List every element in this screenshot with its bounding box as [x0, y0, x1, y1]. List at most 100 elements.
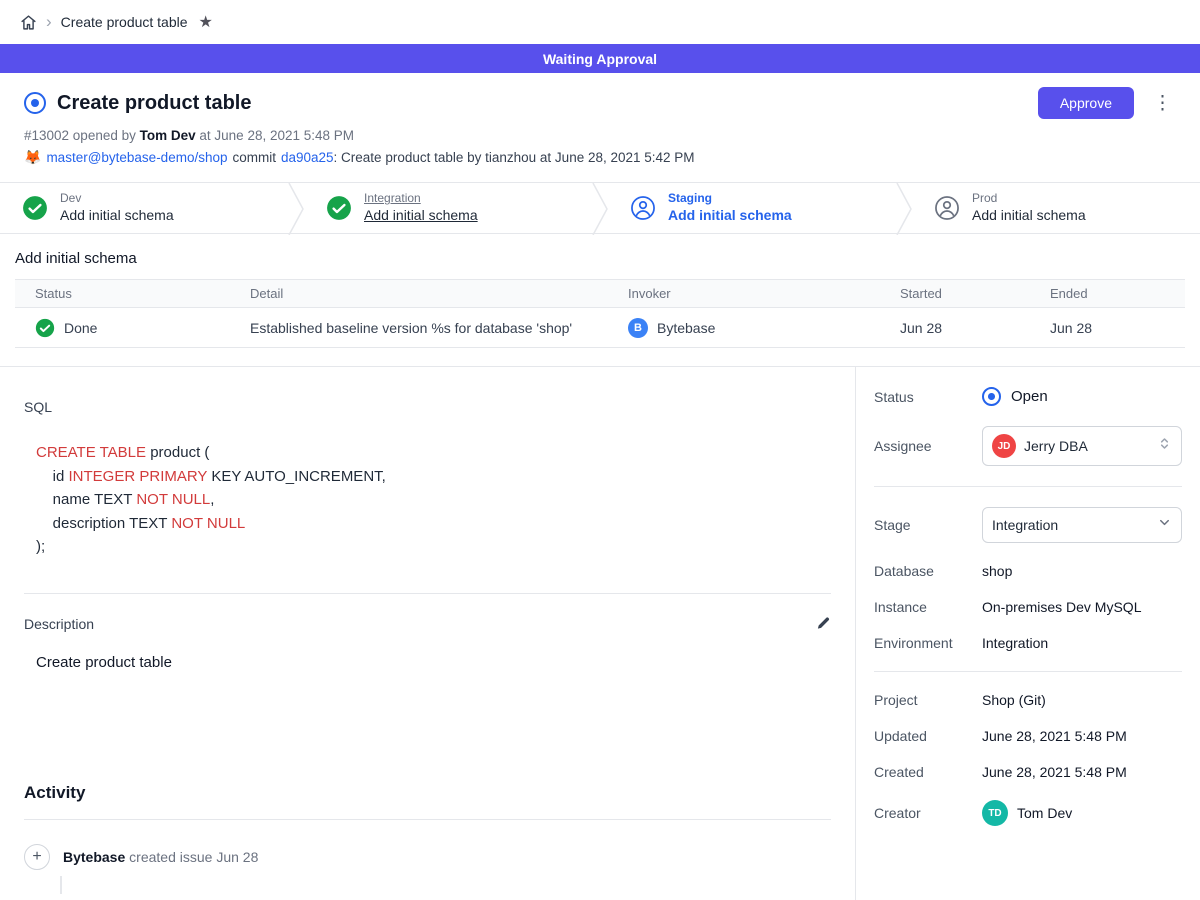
assignee-avatar: JD: [992, 434, 1016, 458]
activity-title: Activity: [24, 783, 831, 803]
issue-header: Create product table Approve ⋮ #13002 op…: [0, 73, 1200, 182]
environment-label: Environment: [874, 635, 982, 651]
app-window: › Create product table ★ Waiting Approva…: [0, 0, 1200, 900]
check-circle-icon: [35, 318, 55, 338]
stage-separator: [592, 183, 608, 235]
task-ended-date: Jun 28: [1050, 320, 1165, 336]
updated-value: June 28, 2021 5:48 PM: [982, 728, 1182, 744]
main-content: SQL CREATE TABLE product ( id INTEGER PR…: [0, 366, 1200, 900]
activity-item: + Bytebase created issue Jun 28: [24, 844, 831, 870]
status-text: Open: [1011, 388, 1048, 405]
divider: [874, 671, 1182, 672]
stage-task-label: Add initial schema: [668, 206, 792, 224]
column-header-detail: Detail: [250, 286, 628, 301]
timeline-connector: [60, 876, 62, 894]
creator-avatar: TD: [982, 800, 1008, 826]
stage-value: Integration: [992, 517, 1149, 533]
person-circle-icon: [934, 195, 960, 221]
assignee-label: Assignee: [874, 438, 982, 454]
creator-name: Tom Dev: [1017, 805, 1072, 821]
edit-pencil-icon[interactable]: [815, 616, 831, 632]
description-label: Description: [24, 616, 94, 632]
plus-icon[interactable]: +: [24, 844, 50, 870]
pipeline-stage-dev[interactable]: Dev Add initial schema: [0, 183, 288, 233]
database-value: shop: [982, 563, 1182, 579]
creator-value: TD Tom Dev: [982, 800, 1182, 826]
page-title: Create product table: [57, 92, 251, 115]
pipeline-stage-integration[interactable]: Integration Add initial schema: [304, 183, 592, 233]
status-value: Open: [982, 387, 1182, 406]
project-label: Project: [874, 692, 982, 708]
activity-text: created issue Jun 28: [129, 849, 258, 865]
pipeline: Dev Add initial schema Integration Add i…: [0, 182, 1200, 234]
invoker-avatar: B: [628, 318, 648, 338]
issue-open-time: at June 28, 2021 5:48 PM: [199, 128, 354, 143]
stage-env-label: Staging: [668, 191, 792, 206]
person-circle-icon: [630, 195, 656, 221]
breadcrumb-page[interactable]: Create product table: [61, 14, 188, 30]
status-open-icon: [982, 387, 1001, 406]
issue-sidebar: Status Open Assignee JD Jerry DBA Sta: [855, 367, 1200, 900]
gitlab-icon: 🦊: [24, 149, 41, 166]
check-circle-icon: [22, 195, 48, 221]
kebab-menu-icon[interactable]: ⋮: [1149, 92, 1176, 115]
issue-body: SQL CREATE TABLE product ( id INTEGER PR…: [0, 367, 855, 900]
issue-number-text: #13002 opened by: [24, 128, 136, 143]
environment-value: Integration: [982, 635, 1182, 651]
check-circle-icon: [326, 195, 352, 221]
instance-label: Instance: [874, 599, 982, 615]
issue-author: Tom Dev: [140, 128, 196, 143]
status-label: Status: [874, 389, 982, 405]
approval-banner: Waiting Approval: [0, 44, 1200, 73]
breadcrumb: › Create product table ★: [0, 0, 1200, 44]
task-section: Add initial schema Status Detail Invoker…: [0, 234, 1200, 366]
created-label: Created: [874, 764, 982, 780]
task-started-date: Jun 28: [900, 320, 1050, 336]
stage-env-label: Dev: [60, 191, 174, 206]
star-icon[interactable]: ★: [199, 12, 213, 32]
description-text: Create product table: [24, 654, 831, 671]
stage-separator: [288, 183, 304, 235]
invoker-name: Bytebase: [657, 320, 715, 336]
divider: [874, 486, 1182, 487]
activity-actor: Bytebase: [63, 849, 125, 865]
stage-separator: [896, 183, 912, 235]
chevron-down-icon: [1157, 515, 1172, 535]
branch-link[interactable]: master@bytebase-demo/shop: [46, 150, 227, 165]
instance-value: On-premises Dev MySQL: [982, 599, 1182, 615]
pipeline-stage-staging[interactable]: Staging Add initial schema: [608, 183, 896, 233]
breadcrumb-chevron-icon: ›: [46, 13, 52, 30]
selector-arrows-icon: [1157, 436, 1172, 456]
stage-env-label: Prod: [972, 191, 1086, 206]
task-detail-text: Established baseline version %s for data…: [250, 320, 628, 336]
created-value: June 28, 2021 5:48 PM: [982, 764, 1182, 780]
commit-hash-link[interactable]: da90a25: [281, 150, 334, 165]
stage-task-label: Add initial schema: [364, 206, 478, 224]
pipeline-stage-prod[interactable]: Prod Add initial schema: [912, 183, 1200, 233]
stage-label: Stage: [874, 517, 982, 533]
commit-word: commit: [232, 150, 276, 165]
stage-task-label: Add initial schema: [60, 206, 174, 224]
column-header-ended: Ended: [1050, 286, 1165, 301]
divider: [24, 819, 831, 820]
assignee-name: Jerry DBA: [1024, 438, 1149, 454]
stage-task-label: Add initial schema: [972, 206, 1086, 224]
database-label: Database: [874, 563, 982, 579]
commit-message: : Create product table by tianzhou at Ju…: [334, 150, 695, 165]
table-row[interactable]: Done Established baseline version %s for…: [15, 308, 1185, 348]
stage-env-label: Integration: [364, 191, 478, 206]
updated-label: Updated: [874, 728, 982, 744]
project-value: Shop (Git): [982, 692, 1182, 708]
task-table-header: Status Detail Invoker Started Ended: [15, 279, 1185, 308]
issue-status-icon: [24, 92, 46, 114]
issue-meta: #13002 opened by Tom Dev at June 28, 202…: [24, 128, 1176, 143]
stage-select[interactable]: Integration: [982, 507, 1182, 543]
task-title: Add initial schema: [15, 250, 1185, 267]
assignee-select[interactable]: JD Jerry DBA: [982, 426, 1182, 466]
home-icon[interactable]: [20, 14, 37, 31]
column-header-status: Status: [35, 286, 250, 301]
approve-button[interactable]: Approve: [1038, 87, 1134, 119]
divider: [24, 593, 831, 594]
commit-line: 🦊 master@bytebase-demo/shop commit da90a…: [24, 149, 1176, 166]
sql-code: CREATE TABLE product ( id INTEGER PRIMAR…: [24, 441, 831, 559]
